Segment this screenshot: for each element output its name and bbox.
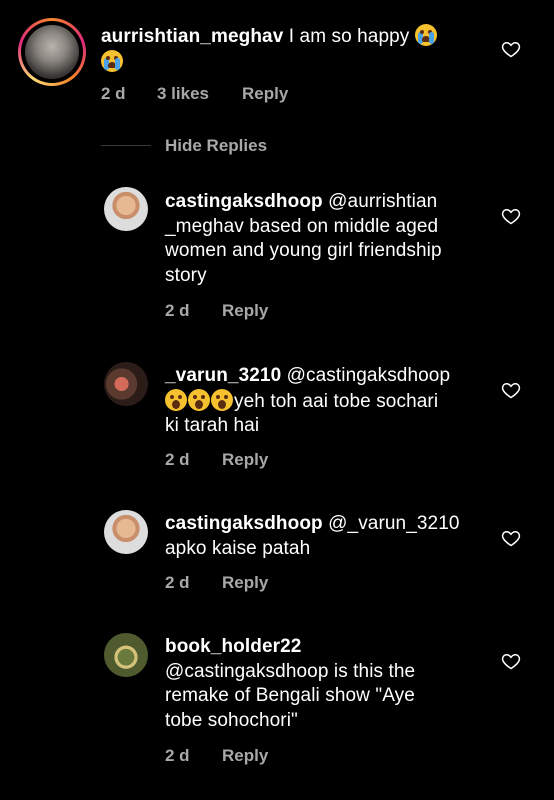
reply-body: book_holder22 @castingaksdhoop is this t… — [165, 635, 495, 733]
reply-text: tobe sohochori" — [165, 709, 298, 731]
comment-meta: 2 d — [101, 84, 126, 104]
mention-link[interactable]: @aurrishtian — [328, 191, 437, 212]
reply-text: _meghav based on middle aged — [165, 215, 439, 237]
reply-text: remake of Bengali show "Aye — [165, 685, 415, 706]
reply-button[interactable]: Reply — [222, 746, 268, 766]
reply-button[interactable]: Reply — [222, 573, 268, 593]
comment-time: 2 d — [101, 84, 126, 103]
reply-text: ki tarah hai — [165, 415, 260, 436]
heart-outline-icon[interactable] — [501, 206, 521, 226]
avatar — [25, 25, 79, 79]
reply-text: apko kaise patah — [165, 537, 311, 559]
comment-username[interactable]: book_holder22 — [165, 636, 301, 657]
comment-username[interactable]: aurrishtian_meghav — [101, 26, 283, 47]
reply-text: women and young girl friendship — [165, 240, 442, 261]
mention-link[interactable]: @_varun_3210 — [328, 513, 459, 534]
astonished-face-icon — [188, 388, 210, 411]
comment-text: I am so happy — [288, 26, 410, 47]
comment-time: 2 d — [165, 301, 190, 320]
reply-button[interactable]: Reply — [242, 84, 288, 104]
comment-time: 2 d — [165, 450, 190, 469]
comment-username[interactable]: _varun_3210 — [165, 365, 281, 386]
loudly-crying-face-icon — [101, 49, 123, 72]
avatar[interactable] — [104, 187, 148, 231]
heart-outline-icon[interactable] — [501, 528, 521, 548]
hide-replies-button[interactable]: Hide Replies — [165, 136, 267, 156]
reply-body: castingaksdhoop @aurrishtian _meghav bas… — [165, 190, 495, 288]
comment-body: aurrishtian_meghav I am so happy — [101, 24, 491, 75]
avatar[interactable] — [104, 510, 148, 554]
mention-link[interactable]: @castingaksdhoop — [287, 365, 451, 386]
avatar[interactable] — [104, 633, 148, 677]
comment-time: 2 d — [165, 746, 190, 765]
comment-username[interactable]: castingaksdhoop — [165, 191, 323, 212]
reply-text: yeh toh aai tobe sochari — [234, 390, 439, 412]
reply-text: @castingaksdhoop is this the — [165, 660, 416, 682]
reply-button[interactable]: Reply — [222, 450, 268, 470]
astonished-face-icon — [211, 388, 233, 411]
loudly-crying-face-icon — [414, 24, 437, 46]
heart-outline-icon[interactable] — [501, 380, 521, 400]
divider — [101, 145, 151, 146]
comment-username[interactable]: castingaksdhoop — [165, 513, 323, 534]
heart-outline-icon[interactable] — [501, 651, 521, 671]
comment-item: aurrishtian_meghav I am so happy 2 d 3 l… — [0, 0, 554, 120]
heart-outline-icon[interactable] — [501, 39, 521, 59]
reply-body: _varun_3210 @castingaksdhoop yeh toh aai… — [165, 364, 495, 439]
like-count[interactable]: 3 likes — [157, 84, 209, 104]
reply-text: story — [165, 264, 207, 286]
avatar[interactable] — [104, 362, 148, 406]
story-ring-avatar[interactable] — [18, 18, 86, 86]
astonished-face-icon — [165, 388, 187, 411]
reply-body: castingaksdhoop @_varun_3210 apko kaise … — [165, 512, 495, 561]
reply-button[interactable]: Reply — [222, 301, 268, 321]
comment-time: 2 d — [165, 573, 190, 592]
